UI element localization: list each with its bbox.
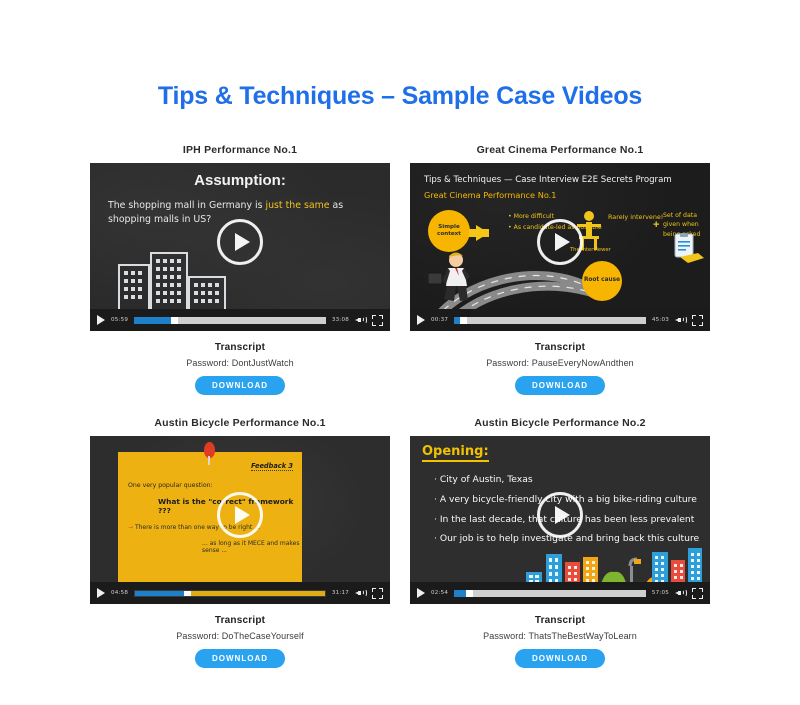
page-root: Tips & Techniques – Sample Case Videos I… (0, 0, 800, 705)
play-overlay-button[interactable] (537, 218, 583, 265)
current-time: 05:59 (111, 317, 129, 323)
play-overlay-button[interactable] (537, 491, 583, 538)
play-overlay-button[interactable] (217, 218, 263, 265)
fullscreen-icon[interactable] (372, 314, 383, 326)
list-item: City of Austin, Texas (434, 470, 702, 490)
duration: 31:17 (331, 590, 349, 596)
volume-icon[interactable] (675, 315, 687, 325)
volume-icon[interactable] (355, 588, 367, 598)
transcript-label: Transcript (214, 342, 266, 353)
arrow-icon (469, 225, 489, 241)
sticky-note: Feedback 3 One very popular question: Wh… (118, 452, 302, 592)
fullscreen-icon[interactable] (692, 314, 703, 326)
slide-body-before: The shopping mall in Germany is (108, 200, 266, 211)
download-button[interactable]: DOWNLOAD (515, 649, 605, 668)
video-card-title: Austin Bicycle Performance No.2 (474, 417, 646, 429)
question-intro: One very popular question: (128, 482, 213, 489)
video-card-title: IPH Performance No.1 (182, 144, 298, 156)
play-icon[interactable] (417, 315, 425, 325)
current-time: 00:37 (431, 317, 449, 323)
play-icon[interactable] (97, 315, 105, 325)
transcript-password: Password: DontJustWatch (186, 358, 294, 368)
video-player[interactable]: Opening: City of Austin, Texas A very bi… (410, 436, 710, 604)
seek-bar[interactable] (134, 316, 326, 324)
fullscreen-icon[interactable] (692, 587, 703, 599)
played-progress (135, 590, 185, 596)
transcript-section: Transcript Password: ThatsTheBestWayToLe… (410, 604, 710, 668)
transcript-password: Password: PauseEveryNowAndthen (486, 358, 634, 368)
slide-heading: Opening: (422, 444, 489, 462)
transcript-section: Transcript Password: DontJustWatch DOWNL… (90, 331, 390, 395)
simple-context-node: Simple context (428, 210, 470, 252)
video-controls: 00:37 45:03 (410, 309, 710, 331)
duration: 57:05 (651, 590, 669, 596)
volume-icon[interactable] (355, 315, 367, 325)
buffered-progress (454, 589, 646, 597)
seek-bar[interactable] (454, 589, 646, 597)
video-card-title: Great Cinema Performance No.1 (476, 144, 644, 156)
buffered-progress (454, 316, 646, 324)
video-card-austin-bicycle-performance-1: Austin Bicycle Performance No.1 Feedback… (90, 417, 390, 668)
fullscreen-icon[interactable] (372, 587, 383, 599)
video-card-title: Austin Bicycle Performance No.1 (154, 417, 326, 429)
duration: 33:08 (331, 317, 349, 323)
download-button[interactable]: DOWNLOAD (195, 376, 285, 395)
played-progress (454, 589, 466, 597)
video-player[interactable]: Feedback 3 One very popular question: Wh… (90, 436, 390, 604)
slide-line-2: Great Cinema Performance No.1 (424, 190, 557, 200)
pushpin-icon (204, 442, 215, 465)
video-card-great-cinema-performance-1: Great Cinema Performance No.1 Tips & Tec… (410, 144, 710, 395)
transcript-section: Transcript Password: DoTheCaseYourself D… (90, 604, 390, 668)
transcript-label: Transcript (534, 615, 586, 626)
businessman-illustration (428, 252, 470, 301)
root-cause-node: Root cause (582, 261, 622, 301)
slide-line-1: Tips & Techniques — Case Interview E2E S… (424, 175, 672, 185)
transcript-label: Transcript (534, 342, 586, 353)
feedback-label: Feedback 3 (250, 462, 293, 471)
video-player[interactable]: Tips & Techniques — Case Interview E2E S… (410, 163, 710, 331)
seek-handle[interactable] (184, 590, 192, 596)
slide-heading: Assumption: (194, 172, 286, 189)
video-player[interactable]: Assumption: The shopping mall in Germany… (90, 163, 390, 331)
seek-handle[interactable] (459, 316, 467, 324)
video-card-iph-performance-1: IPH Performance No.1 Assumption: The sho… (90, 144, 390, 395)
duration: 45:03 (651, 317, 669, 323)
play-overlay-button[interactable] (217, 491, 263, 538)
seek-bar[interactable] (454, 316, 646, 324)
transcript-section: Transcript Password: PauseEveryNowAndthe… (410, 331, 710, 395)
buildings-illustration (118, 252, 226, 312)
transcript-password: Password: DoTheCaseYourself (176, 631, 304, 641)
video-controls: 02:54 57:05 (410, 582, 710, 604)
video-controls: 05:59 33:08 (90, 309, 390, 331)
clipboard-hand-icon (674, 233, 704, 263)
current-time: 04:58 (111, 590, 129, 596)
download-button[interactable]: DOWNLOAD (195, 649, 285, 668)
play-icon[interactable] (417, 588, 425, 598)
transcript-label: Transcript (214, 615, 266, 626)
play-icon[interactable] (97, 588, 105, 598)
played-progress (134, 316, 171, 324)
video-controls: 04:58 31:17 (90, 582, 390, 604)
seek-handle[interactable] (465, 589, 473, 597)
answer-line-2: ... as long as it MECE and makes sense .… (202, 540, 300, 554)
transcript-password: Password: ThatsTheBestWayToLearn (483, 631, 637, 641)
video-card-austin-bicycle-performance-2: Austin Bicycle Performance No.2 Opening:… (410, 417, 710, 668)
page-title: Tips & Techniques – Sample Case Videos (157, 82, 643, 110)
current-time: 02:54 (431, 590, 449, 596)
video-grid: IPH Performance No.1 Assumption: The sho… (90, 111, 710, 668)
slide-body-highlight: just the same (265, 200, 330, 211)
plus-symbol: + (653, 219, 660, 231)
seek-bar[interactable] (134, 589, 326, 597)
volume-icon[interactable] (675, 588, 687, 598)
seek-handle[interactable] (170, 316, 178, 324)
download-button[interactable]: DOWNLOAD (515, 376, 605, 395)
